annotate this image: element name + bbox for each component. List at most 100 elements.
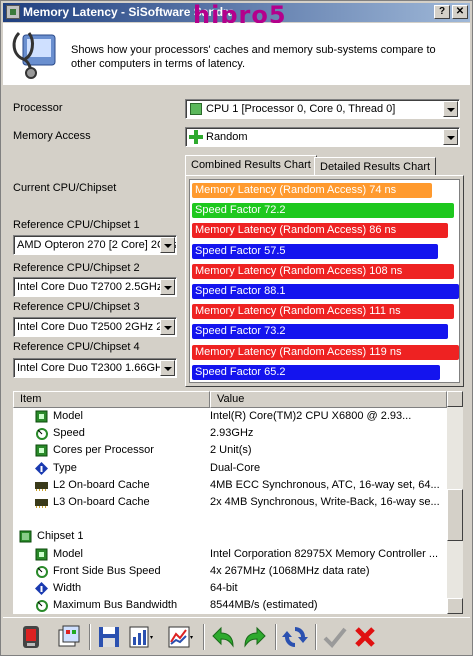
chevron-down-icon[interactable] xyxy=(160,279,175,295)
description: Shows how your processors' caches and me… xyxy=(71,44,436,70)
row-item-value: 2.93GHz xyxy=(210,427,254,440)
save-icon[interactable] xyxy=(95,624,123,650)
chipset-icon xyxy=(19,530,32,543)
row-item-value: Dual-Core xyxy=(210,461,261,474)
tab-combined-results[interactable]: Combined Results Chart xyxy=(185,155,317,177)
row-item-name: Type xyxy=(53,461,77,474)
grid-header: Item Value xyxy=(13,391,463,408)
scroll-up-button[interactable] xyxy=(447,391,463,407)
details-grid: Model Intel(R) Core(TM)2 CPU X6800 @ 2.93… xyxy=(13,408,447,614)
memory-access-label: Memory Access xyxy=(13,130,91,142)
column-header-value[interactable]: Value xyxy=(210,391,447,408)
chart-bar: Memory Latency (Random Access) 111 ns xyxy=(192,304,454,320)
row-item-value: 64-bit xyxy=(210,582,238,594)
table-row[interactable] xyxy=(13,511,447,528)
row-item-name: Model xyxy=(53,410,83,422)
info-diamond-icon xyxy=(35,582,48,595)
scroll-down-button[interactable] xyxy=(447,598,463,614)
table-row[interactable]: Front Side Bus Speed 4x 267MHz (1068MHz d… xyxy=(13,563,447,580)
table-row[interactable]: Model Intel(R) Core(TM)2 CPU X6800 @ 2.93… xyxy=(13,408,447,425)
ref4-select[interactable]: Intel Core Duo T2300 1.66GHz xyxy=(13,358,177,378)
chevron-down-icon[interactable] xyxy=(160,319,175,335)
table-row[interactable]: Maximum Bus Bandwidth 8544MB/s (estimated… xyxy=(13,597,447,614)
table-row[interactable]: Cores per Processor 2 Unit(s) xyxy=(13,442,447,459)
options-icon[interactable] xyxy=(55,624,83,650)
chart-bar: Memory Latency (Random Access) 86 ns xyxy=(192,223,448,239)
ok-check-icon[interactable] xyxy=(321,624,349,650)
memory-access-value: Random xyxy=(206,131,248,143)
ref3-value: Intel Core Duo T2500 2GHz 2c xyxy=(17,321,168,333)
processor-icon xyxy=(190,103,202,115)
table-row[interactable]: Type Dual-Core xyxy=(13,460,447,477)
memory-access-select[interactable]: Random xyxy=(185,127,460,147)
row-item-name: Front Side Bus Speed xyxy=(53,564,161,577)
gauge-icon xyxy=(35,599,48,613)
row-item-name: L2 On-board Cache xyxy=(53,478,150,491)
row-item-name: Width xyxy=(53,582,82,594)
ref2-value: Intel Core Duo T2700 2.5GHz xyxy=(17,281,163,293)
table-row[interactable]: L3 On-board Cache 2x 4MB Synchronous, Wri… xyxy=(13,494,447,511)
table-row[interactable]: Model Intel Corporation 82975X Memory Con… xyxy=(13,546,447,563)
table-row[interactable]: L2 On-board Cache 4MB ECC Synchronous, AT… xyxy=(13,477,447,494)
row-item-name: Maximum Bus Bandwidth xyxy=(53,599,178,612)
stethoscope-icon xyxy=(12,31,56,79)
combined-results-chart: Memory Latency (Random Access) 74 ns Spee… xyxy=(185,175,464,387)
back-arrow-icon[interactable] xyxy=(209,624,237,650)
table-row[interactable]: Speed 2.93GHz xyxy=(13,425,447,442)
processor-label: Processor xyxy=(13,102,63,114)
ref2-label: Reference CPU/Chipset 2 xyxy=(13,262,140,274)
chart-area: Memory Latency (Random Access) 74 ns Spee… xyxy=(189,179,460,383)
chip-icon xyxy=(35,548,48,561)
forward-arrow-icon[interactable] xyxy=(241,624,269,650)
ref3-label: Reference CPU/Chipset 3 xyxy=(13,301,140,313)
help-button[interactable]: ? xyxy=(434,5,450,19)
row-item-name: Cores per Processor xyxy=(53,444,154,457)
chevron-down-icon[interactable] xyxy=(160,360,175,376)
chart-bar: Speed Factor 57.5 xyxy=(192,243,438,259)
app-icon xyxy=(6,5,20,19)
current-cpu-label: Current CPU/Chipset xyxy=(13,182,117,194)
chart-bar: Memory Latency (Random Access) 74 ns xyxy=(192,183,432,198)
chart-bar: Memory Latency (Random Access) 108 ns xyxy=(192,263,454,279)
ref1-select[interactable]: AMD Opteron 270 [2 Core] 2GHz xyxy=(13,235,177,255)
row-item-name: Chipset 1 xyxy=(37,530,84,543)
vertical-scrollbar[interactable] xyxy=(447,391,463,614)
cancel-x-icon[interactable] xyxy=(351,624,379,650)
row-item-value: 4x 267MHz (1068MHz data rate) xyxy=(210,564,370,577)
chip-icon xyxy=(35,444,48,457)
table-row[interactable]: Width 64-bit xyxy=(13,580,447,597)
row-item-value: 8544MB/s (estimated) xyxy=(210,599,318,612)
row-item-value: 2x 4MB Synchronous, Write-Back, 16-way s… xyxy=(210,496,440,508)
close-button[interactable]: ✕ xyxy=(452,5,468,19)
report-icon[interactable] xyxy=(127,624,155,650)
chart-options-icon[interactable] xyxy=(167,624,195,650)
ref3-select[interactable]: Intel Core Duo T2500 2GHz 2c xyxy=(13,317,177,337)
chevron-down-icon[interactable] xyxy=(160,237,175,253)
row-item-value: Intel(R) Core(TM)2 CPU X6800 @ 2.93... xyxy=(210,410,412,422)
bottom-toolbar xyxy=(3,617,470,655)
chart-bar: Speed Factor 88.1 xyxy=(192,284,459,299)
gauge-icon xyxy=(35,427,48,441)
row-item-value: Intel Corporation 82975X Memory Controll… xyxy=(210,547,439,560)
chevron-down-icon[interactable] xyxy=(443,129,458,145)
column-header-item[interactable]: Item xyxy=(13,391,210,408)
table-row[interactable]: Chipset 1 xyxy=(13,528,447,545)
refresh-icon[interactable] xyxy=(281,624,309,650)
chevron-down-icon[interactable] xyxy=(443,101,458,117)
stop-icon[interactable] xyxy=(17,624,45,650)
ref1-value: AMD Opteron 270 [2 Core] 2GHz xyxy=(17,239,177,251)
gauge-icon xyxy=(35,565,48,578)
chart-bar: Speed Factor 73.2 xyxy=(192,324,448,340)
row-item-value: 4MB ECC Synchronous, ATC, 16-way set, 64… xyxy=(210,478,440,491)
ref4-label: Reference CPU/Chipset 4 xyxy=(13,341,140,353)
header-panel: Shows how your processors' caches and me… xyxy=(3,23,470,85)
processor-select[interactable]: CPU 1 [Processor 0, Core 0, Thread 0] xyxy=(185,99,460,119)
chart-bar: Speed Factor 72.2 xyxy=(192,203,454,219)
scroll-thumb[interactable] xyxy=(447,489,463,541)
tab-detailed-results[interactable]: Detailed Results Chart xyxy=(314,157,437,177)
row-item-name: Model xyxy=(53,547,83,560)
ref2-select[interactable]: Intel Core Duo T2700 2.5GHz xyxy=(13,277,177,297)
chip-icon xyxy=(35,410,48,423)
memory-latency-window: Memory Latency - SiSoftware Sandra ? ✕ h… xyxy=(0,0,473,656)
ref4-value: Intel Core Duo T2300 1.66GHz xyxy=(17,362,169,374)
